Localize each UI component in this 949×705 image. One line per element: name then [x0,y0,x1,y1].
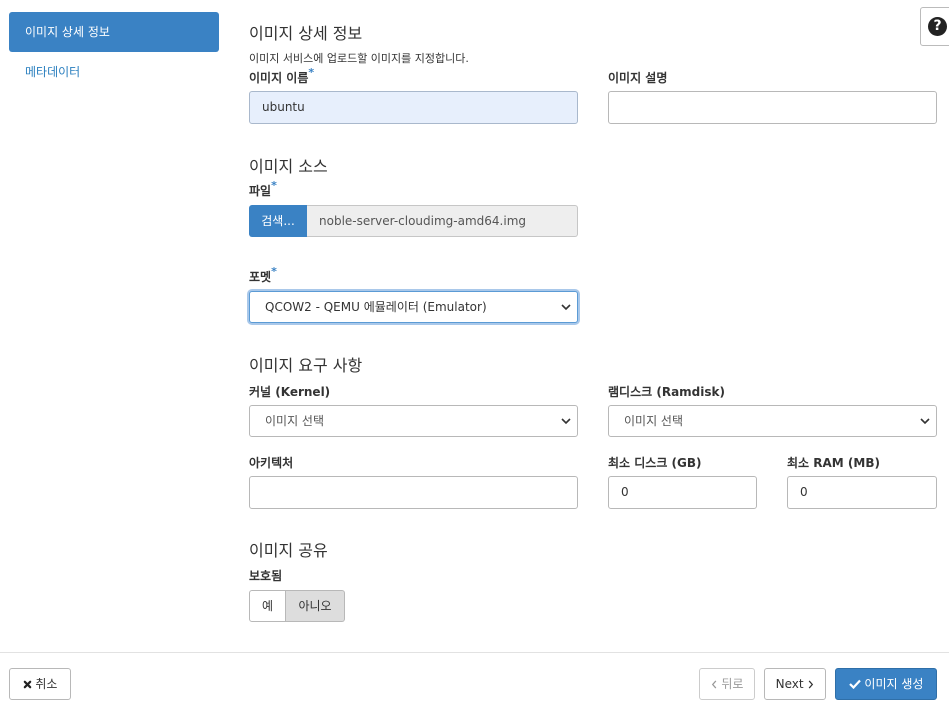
min-ram-input[interactable]: 0 [787,476,937,509]
cancel-button[interactable]: 취소 [9,668,71,700]
details-description: 이미지 서비스에 업로드할 이미지를 지정합니다. [249,52,469,65]
close-icon [23,680,31,689]
image-description-label: 이미지 설명 [608,71,668,85]
ramdisk-select-value: 이미지 선택 [624,414,684,428]
min-ram-label: 최소 RAM (MB) [787,456,880,470]
browse-button[interactable]: 검색... [249,205,307,237]
required-marker: * [271,265,277,278]
chevron-left-icon [711,680,716,689]
format-label: 포멧* [249,265,277,284]
required-marker: * [308,66,315,79]
protected-yes-option[interactable]: 예 [249,590,286,622]
sidebar-item-metadata[interactable]: 메타데이터 [9,52,219,92]
create-image-button[interactable]: 이미지 생성 [835,668,937,700]
kernel-label: 커널 (Kernel) [249,385,331,399]
help-button[interactable]: ? [920,7,949,46]
wizard-sidebar: 이미지 상세 정보 메타데이터 [9,12,219,92]
protected-toggle: 예 아니오 [249,590,345,622]
kernel-select[interactable]: 이미지 선택 [249,405,578,437]
ramdisk-label: 램디스크 (Ramdisk) [608,385,725,399]
next-button[interactable]: Next [764,668,826,700]
file-label: 파일* [249,179,277,198]
image-description-input[interactable] [608,91,937,124]
required-marker: * [271,179,277,192]
chevron-right-icon [809,680,814,689]
min-disk-label: 최소 디스크 (GB) [608,456,702,470]
details-section-title: 이미지 상세 정보 [249,24,363,43]
protected-label: 보호됨 [249,569,283,583]
chevron-down-icon [920,418,930,425]
ramdisk-select[interactable]: 이미지 선택 [608,405,937,437]
format-select-value: QCOW2 - QEMU 에뮬레이터 (Emulator) [265,300,487,314]
sidebar-item-image-details[interactable]: 이미지 상세 정보 [9,12,219,52]
kernel-select-value: 이미지 선택 [265,414,325,428]
min-disk-input[interactable]: 0 [608,476,757,509]
back-button[interactable]: 뒤로 [699,668,755,700]
chevron-down-icon [561,304,571,311]
format-select[interactable]: QCOW2 - QEMU 에뮬레이터 (Emulator) [249,291,578,323]
chevron-down-icon [561,418,571,425]
image-name-label: 이미지 이름* [249,66,315,85]
source-section-title: 이미지 소스 [249,157,328,176]
protected-no-option[interactable]: 아니오 [286,590,345,622]
architecture-label: 아키텍처 [249,456,294,470]
file-name-display: noble-server-cloudimg-amd64.img [307,205,578,237]
footer-divider [0,652,949,653]
check-icon [848,679,861,690]
question-icon: ? [928,17,947,36]
file-picker: 검색... noble-server-cloudimg-amd64.img [249,205,578,237]
sharing-section-title: 이미지 공유 [249,541,328,560]
architecture-input[interactable] [249,476,578,509]
image-name-input[interactable]: ubuntu [249,91,578,124]
requirements-section-title: 이미지 요구 사항 [249,356,363,375]
